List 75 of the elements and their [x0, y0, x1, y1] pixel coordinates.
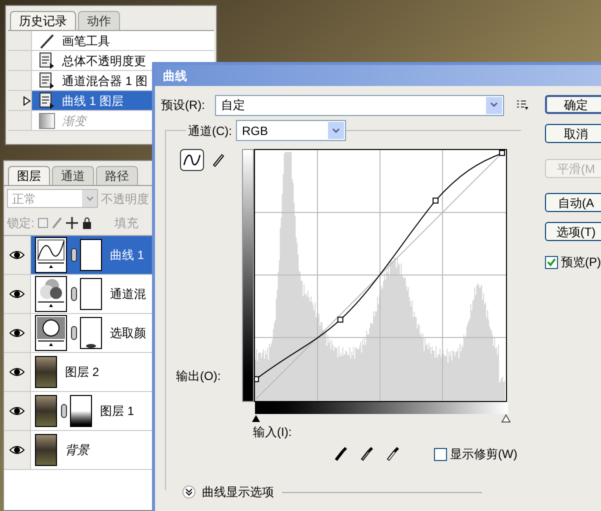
panel-tab[interactable]: 路径 [96, 166, 138, 185]
layer-name: 图层 2 [65, 364, 100, 381]
panel-tab[interactable]: 图层 [8, 166, 50, 185]
photo-thumbnail [35, 434, 57, 466]
history-item-label: 渐变 [62, 112, 86, 130]
link-icon [61, 404, 67, 418]
eye-icon[interactable] [9, 367, 25, 377]
link-icon [71, 287, 77, 301]
layer-row[interactable]: 背景 [4, 431, 152, 470]
history-item[interactable]: 画笔工具 [8, 31, 214, 51]
eye-icon[interactable] [9, 406, 25, 416]
dialog-button[interactable]: 取消 [545, 124, 601, 143]
input-label: 输入(I): [253, 424, 293, 441]
selective-color-thumbnail-icon [35, 315, 67, 351]
eye-icon[interactable] [9, 445, 25, 455]
channel-mixer-thumbnail-icon [35, 276, 67, 312]
layer-name: 背景 [65, 442, 89, 459]
gradient-icon [39, 112, 55, 128]
move-icon[interactable] [66, 217, 78, 229]
layer-row[interactable]: 选取颜 [4, 314, 152, 353]
eyedropper-icon[interactable] [360, 446, 374, 462]
eye-icon[interactable] [9, 289, 25, 299]
pencil-icon [212, 152, 226, 168]
eyedropper-icon[interactable] [386, 446, 400, 462]
preset-label: 预设(R): [161, 97, 206, 114]
layer-name: 曲线 1 [110, 247, 144, 264]
eyedropper-icon[interactable] [334, 446, 348, 462]
fill-label: 填充 [114, 215, 138, 232]
layer-row[interactable]: 曲线 1 [4, 236, 152, 275]
curve-icon [183, 153, 201, 167]
brush-icon [38, 32, 56, 50]
dialog-button[interactable]: 确定 [545, 95, 601, 114]
history-item-label: 曲线 1 图层 [62, 92, 124, 110]
state-pointer-icon [23, 96, 31, 106]
lock-label: 锁定: [7, 215, 34, 232]
preset-select[interactable]: 自定 [215, 94, 504, 116]
photo-thumbnail [35, 395, 57, 427]
link-icon [71, 248, 77, 262]
opacity-label: 不透明度 [101, 190, 149, 208]
display-options-label: 曲线显示选项 [202, 484, 274, 501]
panel-tab[interactable]: 通道 [52, 166, 94, 185]
lock-icon[interactable] [82, 217, 92, 229]
preview-label: 预览(P) [561, 254, 601, 271]
curve-graph-drawing[interactable] [254, 149, 507, 402]
dialog-button[interactable]: 选项(T) [545, 222, 601, 241]
expand-icon[interactable] [182, 485, 196, 499]
photo-thumbnail [35, 356, 57, 388]
channel-select[interactable]: RGB [236, 120, 346, 141]
link-icon [71, 326, 77, 340]
history-item-label: 总体不透明度更 [62, 52, 146, 70]
highlight-slider-icon[interactable] [501, 414, 511, 423]
layer-row[interactable]: 通道混 [4, 275, 152, 314]
preset-options-icon[interactable] [516, 100, 528, 110]
layer-name: 图层 1 [100, 403, 134, 420]
layer-row[interactable]: 图层 2 [4, 353, 152, 392]
shadow-slider-icon[interactable] [251, 414, 261, 423]
panel-tab[interactable]: 历史记录 [10, 11, 76, 30]
panel-tab[interactable]: 动作 [78, 11, 120, 30]
history-item-label: 通道混合器 1 图 [62, 72, 148, 90]
show-clipping-label: 显示修剪(W) [450, 446, 518, 463]
dialog-button[interactable]: 自动(A [545, 193, 601, 212]
document-icon [39, 92, 55, 109]
curve-tool-button[interactable] [180, 149, 204, 171]
layer-name: 选取颜 [110, 325, 146, 342]
output-label: 输出(O): [176, 368, 222, 385]
history-item-label: 画笔工具 [62, 32, 110, 50]
eye-icon[interactable] [9, 328, 25, 338]
layer-row[interactable]: 图层 1 [4, 392, 152, 431]
preview-checkbox[interactable] [545, 256, 558, 268]
document-icon [39, 52, 55, 69]
show-clipping-checkbox[interactable] [434, 448, 447, 460]
mask-spot-icon [86, 343, 96, 348]
layer-name: 通道混 [110, 286, 146, 303]
document-icon [39, 72, 55, 89]
eye-icon[interactable] [9, 250, 25, 260]
